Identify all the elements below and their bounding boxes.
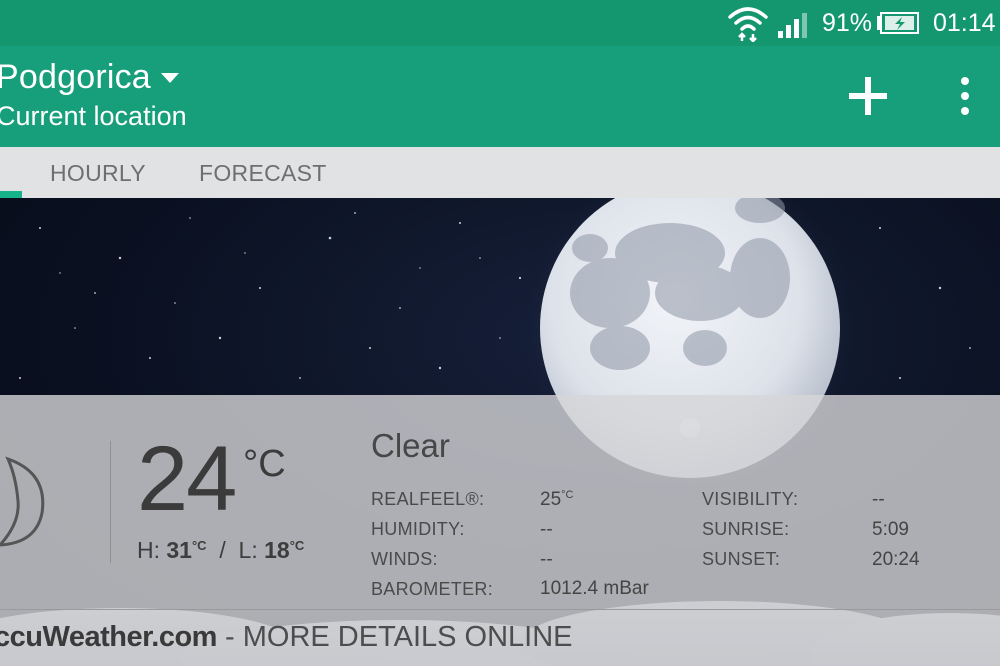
low-label: L:	[238, 537, 258, 563]
humidity-value: --	[540, 519, 553, 540]
app-bar: Podgorica Current location	[0, 46, 1000, 147]
wifi-icon	[728, 7, 768, 42]
signal-icon	[778, 13, 807, 38]
current-conditions-panel[interactable]: 24 °C H: 31°C / L: 18°C Clear REALFEEL®:…	[0, 395, 1000, 666]
battery-percent: 91%	[822, 9, 873, 37]
more-options-button[interactable]	[950, 74, 980, 118]
accuweather-brand[interactable]: ccuWeather.com	[0, 621, 217, 653]
realfeel-label: REALFEEL®:	[371, 489, 485, 509]
add-icon	[849, 77, 887, 115]
footer-divider	[0, 609, 1000, 610]
location-selector[interactable]: Podgorica	[0, 58, 179, 97]
divider	[110, 441, 111, 563]
realfeel-number: 25	[540, 489, 562, 510]
realfeel-value: 25°C	[540, 489, 573, 511]
more-details-text[interactable]: - MORE DETAILS ONLINE	[217, 621, 573, 653]
temperature-unit: °C	[243, 443, 286, 485]
sunset-label: SUNSET:	[702, 549, 781, 569]
status-bar: 91% 01:14	[0, 0, 1000, 46]
visibility-label: VISIBILITY:	[702, 489, 799, 509]
location-subtitle: Current location	[0, 101, 187, 131]
realfeel-unit: °C	[561, 489, 574, 501]
barometer-value: 1012.4 mBar	[540, 578, 649, 599]
more-details-link[interactable]: ccuWeather.com - MORE DETAILS ONLINE	[0, 621, 573, 654]
high-low-separator: /	[219, 537, 226, 563]
low-unit: °C	[289, 538, 305, 553]
high-low-temperature: H: 31°C / L: 18°C	[137, 537, 304, 564]
dropdown-caret-icon[interactable]	[160, 72, 179, 83]
high-unit: °C	[191, 538, 207, 553]
visibility-value: --	[872, 489, 885, 510]
sunset-value: 20:24	[872, 549, 920, 570]
sunrise-label: SUNRISE:	[702, 519, 790, 539]
tab-indicator	[0, 191, 22, 198]
winds-value: --	[540, 549, 553, 570]
winds-label: WINDS:	[371, 549, 438, 569]
city-name[interactable]: Podgorica	[0, 58, 151, 97]
low-value: 18	[264, 537, 290, 563]
current-temperature: 24	[137, 428, 237, 530]
clock: 01:14	[933, 9, 996, 37]
humidity-label: HUMIDITY:	[371, 519, 465, 539]
weather-condition: Clear	[371, 427, 450, 464]
high-value: 31	[166, 537, 192, 563]
high-label: H:	[137, 537, 160, 563]
battery-charging-icon	[877, 12, 919, 34]
tab-forecast[interactable]: FORECAST	[199, 160, 327, 187]
sunrise-value: 5:09	[872, 519, 909, 540]
tab-hourly[interactable]: HOURLY	[50, 160, 146, 187]
more-vert-icon	[961, 77, 969, 115]
barometer-label: BAROMETER:	[371, 579, 494, 599]
add-location-button[interactable]	[846, 74, 890, 118]
tab-bar: HOURLY FORECAST	[0, 147, 1000, 198]
moon-icon	[0, 456, 45, 547]
